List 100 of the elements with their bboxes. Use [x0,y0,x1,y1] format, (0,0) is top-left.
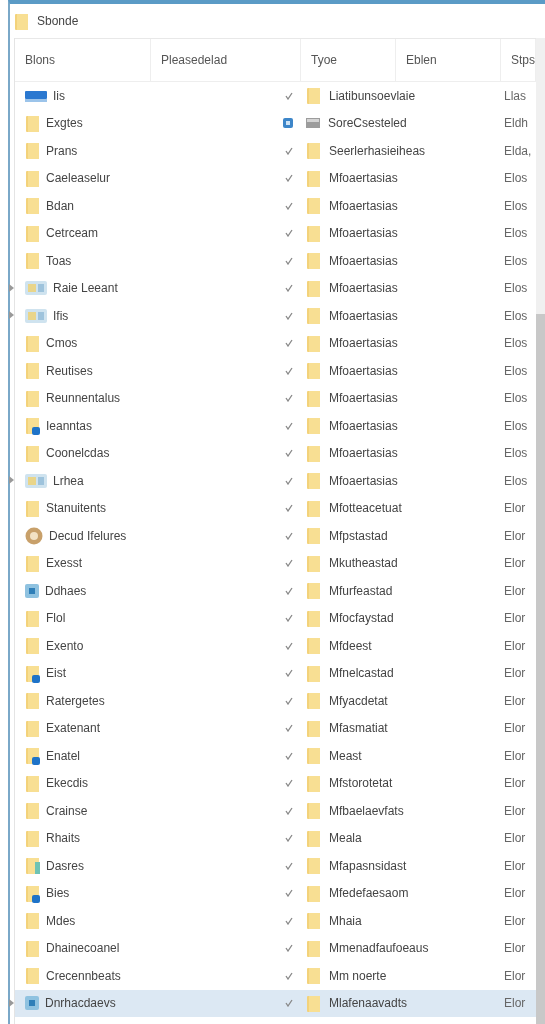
file-row[interactable]: Ddhaes Mfurfeastad Elor [15,577,536,605]
file-row[interactable]: Caeleaselur Mfoaertasias Elos [15,164,536,192]
file-row[interactable]: Rhaits Meala Elor [15,824,536,852]
file-size: Elos [503,391,529,406]
file-row[interactable]: Prans Seerlerhasieiheas Elda, [15,137,536,165]
file-row[interactable]: Crainse Mfbaelaevfats Elor [15,797,536,825]
file-name: Enatel [46,748,81,763]
check-icon [285,256,293,265]
folder-icon [306,828,321,848]
file-name: Stanuitents [46,501,107,516]
folder-icon [306,718,321,738]
file-row[interactable]: Decud Ifelures Mfpstastad Elor [15,522,536,550]
file-type: Seerlerhasieiheas [329,143,426,158]
file-name: Toas [46,253,72,268]
file-row[interactable]: Coonelcdas Mfoaertasias Elos [15,439,536,467]
folder-icon [306,471,321,491]
file-row[interactable]: Reutises Mfoaertasias Elos [15,357,536,385]
grid-icon [306,118,320,129]
file-row[interactable]: Bdan Mfoaertasias Elos [15,192,536,220]
file-size: Elor [503,996,527,1011]
file-type: Mfstorotetat [329,776,393,791]
file-name: Eist [46,666,66,681]
folder-icon [306,553,321,573]
file-row[interactable]: Cetrceam Mfoaertasias Elos [15,219,536,247]
file-row[interactable]: Bies Mfedefaesaom Elor [15,879,536,907]
file-type: Mmenadfaufoeaus [329,941,429,956]
file-name: Rhaits [46,831,80,846]
file-row[interactable]: Lrhea Mfoaertasias Elos [15,467,536,495]
file-row[interactable]: Enatel Meast Elor [15,742,536,770]
file-row[interactable]: Iis Liatibunsoevlaie Llas [15,82,536,110]
file-row[interactable]: Exesst Mkutheastad Elor [15,549,536,577]
file-row[interactable]: Exgtes SoreCsesteled Eldh [15,109,536,137]
column-header[interactable]: Pleasedelad [151,39,301,81]
file-size: Elor [503,858,527,873]
file-row[interactable]: Ratergetes Mfyacdetat Elor [15,687,536,715]
file-size: Elos [503,281,529,296]
file-name: Reunnentalus [46,391,121,406]
file-name: Decud Ifelures [49,528,127,543]
file-row[interactable]: Ifis Mfoaertasias Elos [15,302,536,330]
folder-icon [25,388,40,408]
check-icon [285,174,293,183]
folder-icon [25,856,40,876]
check-icon [285,559,293,568]
check-icon [285,339,293,348]
folder-icon [306,251,321,271]
file-name: Iis [53,88,65,103]
check-icon [285,614,293,623]
column-header[interactable]: Tyoe [301,39,396,81]
file-type: SoreCsesteled [328,116,407,131]
file-row[interactable]: Raie Leeant Mfoaertasias Elos [15,274,536,302]
file-row[interactable]: Exatenant Mfasmatiat Elor [15,714,536,742]
file-row[interactable]: Eist Mfnelcastad Elor [15,659,536,687]
folder-icon [306,223,321,243]
file-name: Flol [46,611,66,626]
folder-icon [306,966,321,986]
folder-icon [306,663,321,683]
file-row[interactable]: Stanuitents Mfotteacetuat Elor [15,494,536,522]
file-row[interactable]: Crecennbeats Mm noerte Elor [15,962,536,990]
file-name: Exesst [46,556,82,571]
file-row[interactable]: Mdes Mhaia Elor [15,907,536,935]
file-type: Mfotteacetuat [329,501,402,516]
file-size: Elos [503,308,529,323]
file-row[interactable]: Cmos Mfoaertasias Elos [15,329,536,357]
file-row[interactable]: Reunnentalus Mfoaertasias Elos [15,384,536,412]
file-type: Mfoaertasias [329,473,398,488]
file-size: Elor [503,748,527,763]
file-row[interactable]: Ekecdis Mfstorotetat Elor [15,769,536,797]
check-icon [285,944,293,953]
folder-icon [25,553,40,573]
folder-icon [306,691,321,711]
file-row[interactable]: Toas Mfoaertasias Elos [15,247,536,275]
file-row[interactable]: Dasres Mfapasnsidast Elor [15,852,536,880]
file-name: Dhainecoanel [46,941,120,956]
column-header[interactable]: Blons [15,39,151,81]
check-icon [285,394,293,403]
file-row[interactable]: Ieanntas Mfoaertasias Elos [15,412,536,440]
folder-icon [25,663,40,683]
file-row[interactable]: Flol Mfocfaystad Elor [15,604,536,632]
check-icon [285,779,293,788]
folder-icon [25,196,40,216]
file-size: Elor [503,941,527,956]
folder-icon [25,498,40,518]
file-name: Mdes [46,913,76,928]
folder-icon [306,608,321,628]
file-row[interactable]: Exento Mfdeest Elor [15,632,536,660]
check-icon [285,724,293,733]
file-type: Mm noerte [329,968,387,983]
file-type: Mfoaertasias [329,308,398,323]
file-size: Elor [503,721,527,736]
check-icon [285,91,293,100]
column-header[interactable]: Eblen [396,39,501,81]
file-size: Eldh [503,116,530,131]
check-icon [285,889,293,898]
file-type: Liatibunsoevlaie [329,88,416,103]
check-icon [285,806,293,815]
folder-icon [14,11,29,31]
file-size: Elor [503,886,527,901]
file-row[interactable]: Dhainecoanel Mmenadfaufoeaus Elor [15,934,536,962]
file-size: Elor [503,913,527,928]
check-icon [285,586,293,595]
